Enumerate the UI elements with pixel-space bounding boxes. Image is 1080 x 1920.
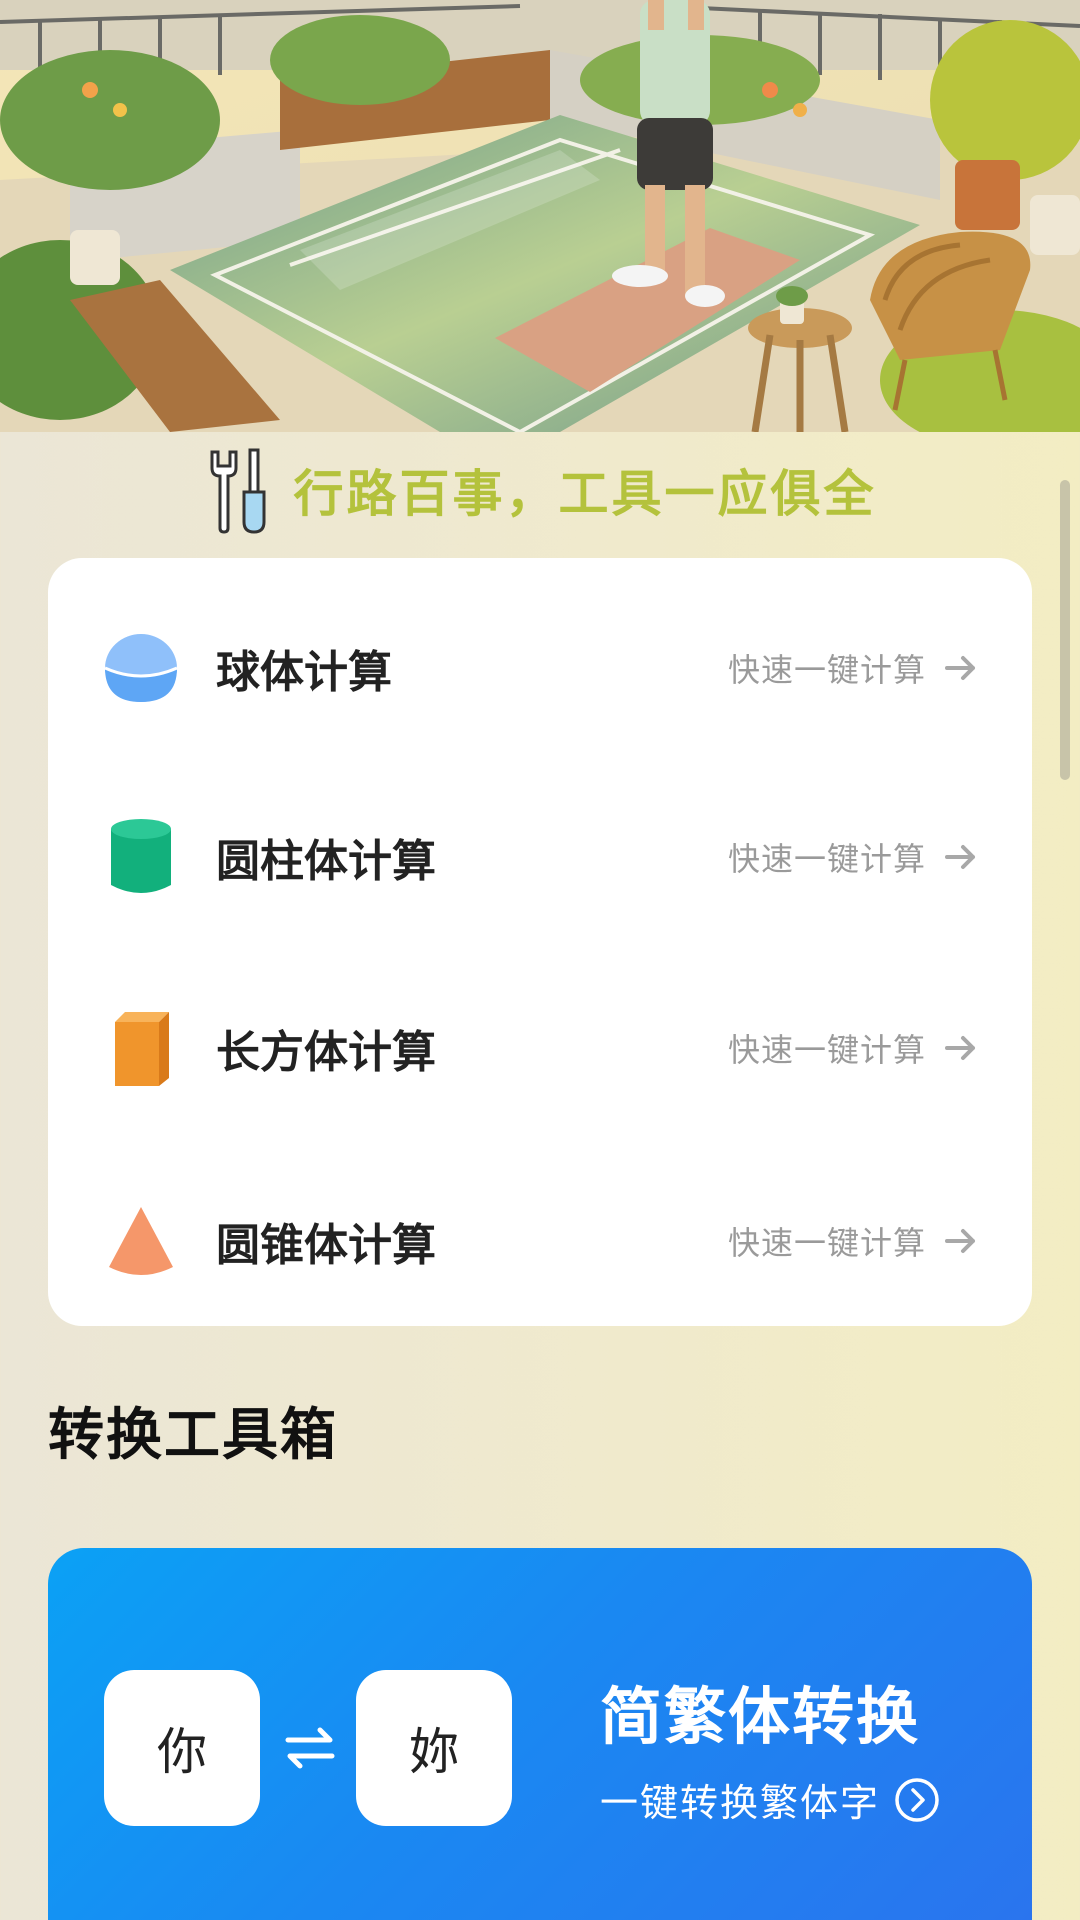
hero-banner (0, 0, 1080, 432)
calc-row-cone[interactable]: 圆锥体计算 快速一键计算 (48, 1176, 1032, 1306)
chevron-right-circle-icon (895, 1777, 939, 1822)
converter-title: 简繁体转换 (600, 1680, 921, 1753)
to-char-box: 妳 (356, 1670, 512, 1826)
calc-row-sphere[interactable]: 球体计算 快速一键计算 (48, 603, 1032, 733)
from-char-box: 你 (104, 1670, 260, 1826)
calc-title: 长方体计算 (216, 1027, 436, 1078)
arrow-right-icon (945, 1036, 975, 1060)
calc-action-text: 快速一键计算 (727, 1224, 926, 1262)
simplified-traditional-converter-card[interactable]: 你 妳 简繁体转换 一键转换繁体字 (48, 1548, 1032, 1920)
cylinder-icon (103, 819, 179, 895)
calc-action-text: 快速一键计算 (727, 651, 926, 689)
arrow-right-icon (945, 1229, 975, 1253)
geometry-calculator-card: 球体计算 快速一键计算 圆柱体计算 快速一键计算 长方体计算 快速一键计算 圆锥… (48, 558, 1032, 1326)
sphere-icon (103, 630, 179, 706)
calc-action[interactable]: 快速一键计算 (728, 1218, 978, 1264)
calc-row-cylinder[interactable]: 圆柱体计算 快速一键计算 (48, 792, 1032, 922)
calc-action[interactable]: 快速一键计算 (728, 834, 978, 880)
scrollbar[interactable] (1060, 480, 1070, 780)
calc-title: 球体计算 (216, 647, 392, 698)
calc-action[interactable]: 快速一键计算 (728, 1025, 978, 1071)
slogan-text: 行路百事，工具一应俱全 (293, 465, 877, 523)
section-title: 转换工具箱 (48, 1403, 338, 1468)
arrow-right-icon (945, 656, 975, 680)
cuboid-icon (103, 1010, 179, 1086)
cone-icon (103, 1203, 179, 1279)
swap-arrows-icon (285, 1727, 335, 1769)
arrow-right-icon (945, 845, 975, 869)
calc-title: 圆锥体计算 (216, 1220, 436, 1271)
rooftop-garden-illustration (0, 0, 1080, 432)
calc-title: 圆柱体计算 (216, 836, 436, 887)
calc-action-text: 快速一键计算 (727, 1031, 926, 1069)
calc-action-text: 快速一键计算 (727, 840, 926, 878)
slogan-banner: 行路百事，工具一应俱全 (0, 440, 1080, 540)
converter-subtitle-link[interactable]: 一键转换繁体字 (600, 1772, 940, 1827)
tools-icon (210, 448, 265, 534)
calc-row-cuboid[interactable]: 长方体计算 快速一键计算 (48, 983, 1032, 1113)
converter-subtitle: 一键转换繁体字 (600, 1781, 881, 1825)
calc-action[interactable]: 快速一键计算 (728, 645, 978, 691)
